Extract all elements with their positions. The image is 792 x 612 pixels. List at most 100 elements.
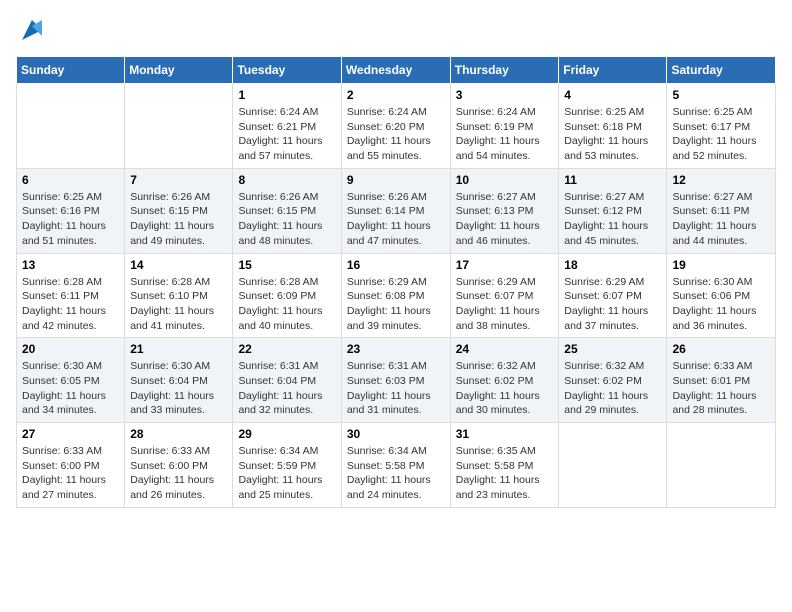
day-info: Sunrise: 6:24 AM Sunset: 6:21 PM Dayligh… [238,105,335,164]
calendar-week-1: 1Sunrise: 6:24 AM Sunset: 6:21 PM Daylig… [17,84,776,169]
day-info: Sunrise: 6:34 AM Sunset: 5:58 PM Dayligh… [347,444,445,503]
day-info: Sunrise: 6:26 AM Sunset: 6:15 PM Dayligh… [130,190,227,249]
calendar-week-2: 6 Sunrise: 6:25 AM Sunset: 6:16 PM Daylig… [17,168,776,253]
calendar-cell: 14 Sunrise: 6:28 AM Sunset: 6:10 PM Dayli… [125,253,233,338]
day-info: Sunrise: 6:25 AM Sunset: 6:16 PM Dayligh… [22,190,119,249]
day-number: 17 [456,258,554,272]
day-info: Sunrise: 6:28 AM Sunset: 6:10 PM Dayligh… [130,275,227,334]
calendar-cell: 28 Sunrise: 6:33 AM Sunset: 6:00 PM Dayli… [125,423,233,508]
day-info: Sunrise: 6:26 AM Sunset: 6:14 PM Dayligh… [347,190,445,249]
day-info: Sunrise: 6:24 AM Sunset: 6:19 PM Dayligh… [456,105,554,164]
calendar-cell: 25Sunrise: 6:32 AM Sunset: 6:02 PM Dayli… [559,338,667,423]
day-number: 21 [130,342,227,356]
calendar-cell: 4 Sunrise: 6:25 AM Sunset: 6:18 PM Daylig… [559,84,667,169]
day-info: Sunrise: 6:33 AM Sunset: 6:00 PM Dayligh… [22,444,119,503]
calendar-table: SundayMondayTuesdayWednesdayThursdayFrid… [16,56,776,508]
day-number: 18 [564,258,661,272]
weekday-header-tuesday: Tuesday [233,57,341,84]
day-number: 20 [22,342,119,356]
header [16,16,776,44]
weekday-header-wednesday: Wednesday [341,57,450,84]
day-info: Sunrise: 6:33 AM Sunset: 6:01 PM Dayligh… [672,359,770,418]
calendar-cell: 9Sunrise: 6:26 AM Sunset: 6:14 PM Daylig… [341,168,450,253]
day-number: 29 [238,427,335,441]
day-number: 13 [22,258,119,272]
calendar-cell: 19 Sunrise: 6:30 AM Sunset: 6:06 PM Dayli… [667,253,776,338]
calendar-cell [667,423,776,508]
calendar-cell: 6 Sunrise: 6:25 AM Sunset: 6:16 PM Daylig… [17,168,125,253]
day-number: 8 [238,173,335,187]
day-number: 3 [456,88,554,102]
day-info: Sunrise: 6:34 AM Sunset: 5:59 PM Dayligh… [238,444,335,503]
weekday-header-row: SundayMondayTuesdayWednesdayThursdayFrid… [17,57,776,84]
calendar-cell [17,84,125,169]
day-number: 5 [672,88,770,102]
calendar-cell: 26 Sunrise: 6:33 AM Sunset: 6:01 PM Dayli… [667,338,776,423]
calendar-cell: 31 Sunrise: 6:35 AM Sunset: 5:58 PM Dayli… [450,423,559,508]
day-info: Sunrise: 6:28 AM Sunset: 6:11 PM Dayligh… [22,275,119,334]
day-number: 2 [347,88,445,102]
day-number: 6 [22,173,119,187]
calendar-cell: 20 Sunrise: 6:30 AM Sunset: 6:05 PM Dayli… [17,338,125,423]
calendar-cell: 17 Sunrise: 6:29 AM Sunset: 6:07 PM Dayli… [450,253,559,338]
calendar-cell: 13 Sunrise: 6:28 AM Sunset: 6:11 PM Dayli… [17,253,125,338]
day-info: Sunrise: 6:32 AM Sunset: 6:02 PM Dayligh… [456,359,554,418]
weekday-header-friday: Friday [559,57,667,84]
day-number: 28 [130,427,227,441]
calendar-cell: 11 Sunrise: 6:27 AM Sunset: 6:12 PM Dayli… [559,168,667,253]
day-number: 12 [672,173,770,187]
day-number: 31 [456,427,554,441]
day-info: Sunrise: 6:26 AM Sunset: 6:15 PM Dayligh… [238,190,335,249]
day-info: Sunrise: 6:33 AM Sunset: 6:00 PM Dayligh… [130,444,227,503]
day-info: Sunrise: 6:31 AM Sunset: 6:03 PM Dayligh… [347,359,445,418]
day-info: Sunrise: 6:29 AM Sunset: 6:07 PM Dayligh… [564,275,661,334]
day-number: 22 [238,342,335,356]
day-number: 26 [672,342,770,356]
calendar-cell: 5 Sunrise: 6:25 AM Sunset: 6:17 PM Daylig… [667,84,776,169]
calendar-cell: 1Sunrise: 6:24 AM Sunset: 6:21 PM Daylig… [233,84,341,169]
calendar-cell: 30 Sunrise: 6:34 AM Sunset: 5:58 PM Dayli… [341,423,450,508]
day-number: 16 [347,258,445,272]
day-info: Sunrise: 6:28 AM Sunset: 6:09 PM Dayligh… [238,275,335,334]
day-number: 25 [564,342,661,356]
day-number: 7 [130,173,227,187]
day-number: 15 [238,258,335,272]
day-info: Sunrise: 6:29 AM Sunset: 6:07 PM Dayligh… [456,275,554,334]
calendar-cell: 27Sunrise: 6:33 AM Sunset: 6:00 PM Dayli… [17,423,125,508]
day-number: 4 [564,88,661,102]
day-number: 30 [347,427,445,441]
calendar-cell: 21 Sunrise: 6:30 AM Sunset: 6:04 PM Dayli… [125,338,233,423]
calendar-week-4: 20 Sunrise: 6:30 AM Sunset: 6:05 PM Dayli… [17,338,776,423]
day-info: Sunrise: 6:30 AM Sunset: 6:04 PM Dayligh… [130,359,227,418]
day-info: Sunrise: 6:35 AM Sunset: 5:58 PM Dayligh… [456,444,554,503]
page-container: SundayMondayTuesdayWednesdayThursdayFrid… [0,0,792,524]
weekday-header-sunday: Sunday [17,57,125,84]
calendar-cell [125,84,233,169]
day-info: Sunrise: 6:29 AM Sunset: 6:08 PM Dayligh… [347,275,445,334]
day-number: 19 [672,258,770,272]
calendar-cell: 23Sunrise: 6:31 AM Sunset: 6:03 PM Dayli… [341,338,450,423]
logo [16,16,46,44]
day-number: 14 [130,258,227,272]
day-info: Sunrise: 6:30 AM Sunset: 6:05 PM Dayligh… [22,359,119,418]
day-number: 11 [564,173,661,187]
logo-icon [18,16,46,44]
day-info: Sunrise: 6:27 AM Sunset: 6:12 PM Dayligh… [564,190,661,249]
day-info: Sunrise: 6:30 AM Sunset: 6:06 PM Dayligh… [672,275,770,334]
day-info: Sunrise: 6:27 AM Sunset: 6:13 PM Dayligh… [456,190,554,249]
calendar-week-3: 13 Sunrise: 6:28 AM Sunset: 6:11 PM Dayli… [17,253,776,338]
calendar-cell: 10 Sunrise: 6:27 AM Sunset: 6:13 PM Dayli… [450,168,559,253]
calendar-cell: 8 Sunrise: 6:26 AM Sunset: 6:15 PM Daylig… [233,168,341,253]
calendar-cell: 18 Sunrise: 6:29 AM Sunset: 6:07 PM Dayli… [559,253,667,338]
calendar-week-5: 27Sunrise: 6:33 AM Sunset: 6:00 PM Dayli… [17,423,776,508]
calendar-cell: 15 Sunrise: 6:28 AM Sunset: 6:09 PM Dayli… [233,253,341,338]
day-info: Sunrise: 6:25 AM Sunset: 6:18 PM Dayligh… [564,105,661,164]
day-info: Sunrise: 6:31 AM Sunset: 6:04 PM Dayligh… [238,359,335,418]
day-info: Sunrise: 6:25 AM Sunset: 6:17 PM Dayligh… [672,105,770,164]
day-number: 10 [456,173,554,187]
day-info: Sunrise: 6:24 AM Sunset: 6:20 PM Dayligh… [347,105,445,164]
calendar-cell: 7 Sunrise: 6:26 AM Sunset: 6:15 PM Daylig… [125,168,233,253]
day-number: 24 [456,342,554,356]
calendar-cell [559,423,667,508]
calendar-cell: 29 Sunrise: 6:34 AM Sunset: 5:59 PM Dayli… [233,423,341,508]
